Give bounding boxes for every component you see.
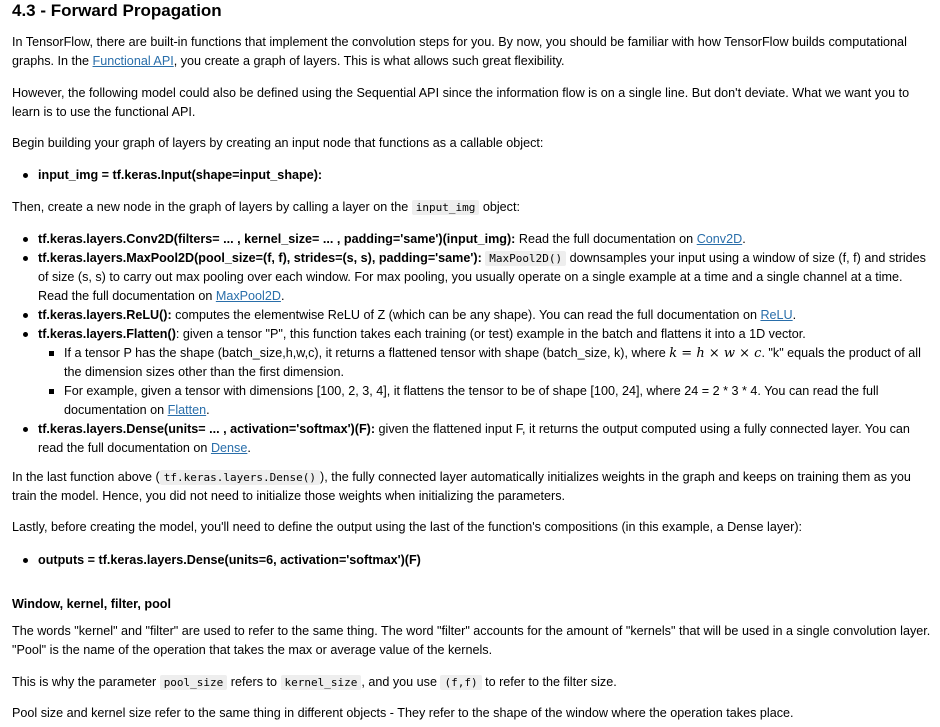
section-title: 4.3 - Forward Propagation [12, 1, 222, 20]
input-bullet-list: input_img = tf.keras.Input(shape=input_s… [12, 166, 934, 185]
list-item: input_img = tf.keras.Input(shape=input_s… [23, 166, 934, 185]
text: This is why the parameter [12, 675, 160, 689]
paragraph-new-node: Then, create a new node in the graph of … [12, 198, 934, 217]
inline-code: MaxPool2D() [485, 251, 567, 266]
output-code-label: outputs = tf.keras.layers.Dense(units=6,… [38, 553, 421, 567]
text: computes the elementwise ReLU of Z (whic… [171, 308, 761, 322]
list-item-dense: tf.keras.layers.Dense(units= ... , activ… [23, 420, 934, 458]
inline-code: kernel_size [280, 675, 362, 690]
list-item: If a tensor P has the shape (batch_size,… [49, 344, 934, 382]
paragraph-output: Lastly, before creating the model, you'l… [12, 520, 803, 534]
paragraph-dense-note: In the last function above (tf.keras.lay… [12, 468, 934, 506]
paragraph-sequential: However, the following model could also … [12, 86, 910, 119]
inline-code: tf.keras.layers.Dense() [159, 470, 321, 485]
paragraph-functional-api: In TensorFlow, there are built-in functi… [12, 33, 934, 71]
text: If a tensor P has the shape (batch_size,… [64, 346, 670, 360]
math-formula: k = h × w × c [669, 346, 762, 361]
text: refers to [227, 675, 281, 689]
paragraph-kernel-filter: The words "kernel" and "filter" are used… [12, 624, 931, 657]
text: Then, create a new node in the graph of … [12, 200, 412, 214]
output-bullet-list: outputs = tf.keras.layers.Dense(units=6,… [12, 551, 934, 570]
text: to refer to the filter size. [481, 675, 617, 689]
text: object: [479, 200, 520, 214]
bold-label: tf.keras.layers.Flatten() [38, 327, 176, 341]
text: . [280, 289, 285, 303]
list-item: For example, given a tensor with dimensi… [49, 382, 934, 420]
functional-api-link[interactable]: Functional API [93, 54, 174, 68]
layers-bullet-list: tf.keras.layers.Conv2D(filters= ... , ke… [12, 230, 934, 458]
maxpool2d-link[interactable]: MaxPool2D [216, 289, 281, 303]
text: Read the full documentation on [515, 232, 697, 246]
text: , and you use [361, 675, 441, 689]
text: . [206, 403, 210, 417]
inline-code: input_img [411, 200, 480, 215]
list-item-flatten: tf.keras.layers.Flatten(): given a tenso… [23, 325, 934, 420]
list-item-relu: tf.keras.layers.ReLU(): computes the ele… [23, 306, 934, 325]
paragraph-pool-kernel-same: Pool size and kernel size refer to the s… [12, 706, 794, 720]
text: , you create a graph of layers. This is … [173, 54, 565, 68]
text: . [742, 232, 746, 246]
bold-label: tf.keras.layers.Conv2D(filters= ... , ke… [38, 232, 516, 246]
paragraph-input-node: Begin building your graph of layers by c… [12, 136, 544, 150]
bold-label: tf.keras.layers.Dense(units= ... , activ… [38, 422, 376, 436]
list-item: outputs = tf.keras.layers.Dense(units=6,… [23, 551, 934, 570]
text: : given a tensor "P", this function take… [175, 327, 806, 341]
bold-label: tf.keras.layers.ReLU(): [38, 308, 172, 322]
inline-code: pool_size [159, 675, 228, 690]
conv2d-link[interactable]: Conv2D [697, 232, 743, 246]
text: . [247, 441, 251, 455]
dense-link[interactable]: Dense [211, 441, 247, 455]
subheading-window-kernel: Window, kernel, filter, pool [12, 597, 171, 611]
paragraph-pool-size: This is why the parameter pool_size refe… [12, 673, 934, 692]
list-item-conv2d: tf.keras.layers.Conv2D(filters= ... , ke… [23, 230, 934, 249]
text: . [792, 308, 797, 322]
flatten-sublist: If a tensor P has the shape (batch_size,… [38, 344, 934, 420]
flatten-link[interactable]: Flatten [168, 403, 207, 417]
input-code-label: input_img = tf.keras.Input(shape=input_s… [38, 168, 323, 182]
relu-link[interactable]: ReLU [760, 308, 792, 322]
inline-code: (f,f) [440, 675, 482, 690]
list-item-maxpool2d: tf.keras.layers.MaxPool2D(pool_size=(f, … [23, 249, 934, 306]
text: In the last function above ( [12, 470, 160, 484]
bold-label: tf.keras.layers.MaxPool2D(pool_size=(f, … [38, 251, 482, 265]
